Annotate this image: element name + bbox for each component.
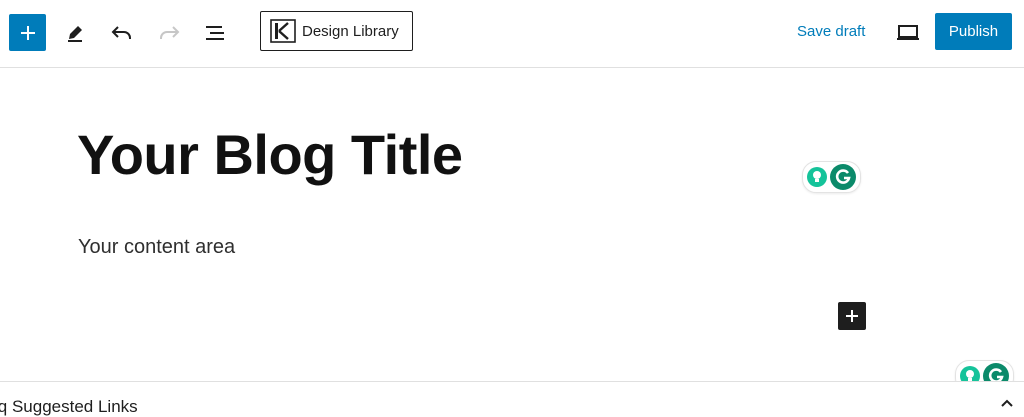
design-library-label: Design Library [302, 22, 399, 40]
plus-icon [846, 310, 858, 322]
suggested-links-panel[interactable]: iq Suggested Links [0, 381, 1024, 416]
preview-button[interactable] [889, 14, 926, 51]
content-paragraph[interactable]: Your content area [78, 236, 235, 259]
undo-icon [111, 25, 131, 39]
save-draft-button[interactable]: Save draft [797, 23, 865, 40]
editor-toolbar: Design Library Save draft Publish [0, 0, 1024, 68]
undo-button[interactable] [103, 14, 140, 51]
plus-icon [20, 25, 35, 40]
design-library-button[interactable]: Design Library [260, 11, 413, 51]
chevron-up-icon[interactable] [1000, 398, 1014, 408]
block-inserter-button[interactable] [838, 302, 866, 330]
suggested-links-label: iq Suggested Links [0, 397, 138, 416]
pencil-icon [67, 25, 82, 42]
redo-icon [159, 25, 179, 39]
post-title[interactable]: Your Blog Title [77, 120, 463, 190]
list-view-icon [205, 25, 224, 40]
grammarly-logo-icon [830, 164, 856, 190]
redo-button[interactable] [150, 14, 187, 51]
laptop-preview-icon [896, 24, 919, 40]
lightbulb-icon [807, 167, 827, 187]
document-outline-button[interactable] [197, 14, 234, 51]
add-block-button[interactable] [9, 14, 46, 51]
design-library-logo-icon [270, 19, 296, 43]
tools-button[interactable] [56, 14, 93, 51]
grammarly-widget[interactable] [802, 161, 861, 193]
publish-button[interactable]: Publish [935, 13, 1012, 50]
